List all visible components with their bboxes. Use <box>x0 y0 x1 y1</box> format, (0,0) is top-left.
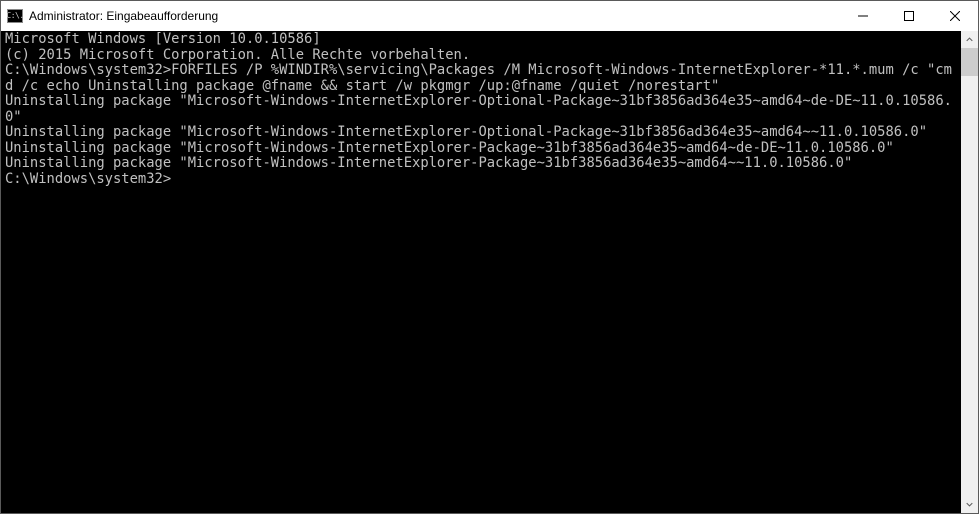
window-title: Administrator: Eingabeaufforderung <box>29 9 840 23</box>
titlebar[interactable]: C:\. Administrator: Eingabeaufforderung <box>1 1 978 31</box>
minimize-button[interactable] <box>840 1 886 31</box>
console-command: C:\Windows\system32>FORFILES /P %WINDIR%… <box>5 63 957 94</box>
maximize-button[interactable] <box>886 1 932 31</box>
console-line: Uninstalling package "Microsoft-Windows-… <box>5 156 957 172</box>
scroll-down-button[interactable] <box>961 496 978 513</box>
console-line: (c) 2015 Microsoft Corporation. Alle Rec… <box>5 48 957 64</box>
console-prompt: C:\Windows\system32> <box>5 172 957 188</box>
window-controls <box>840 1 978 31</box>
minimize-icon <box>858 11 868 21</box>
console-line: Uninstalling package "Microsoft-Windows-… <box>5 141 957 157</box>
close-icon <box>950 11 960 21</box>
chevron-up-icon <box>966 36 973 43</box>
chevron-down-icon <box>966 501 973 508</box>
console-line: Uninstalling package "Microsoft-Windows-… <box>5 94 957 125</box>
close-button[interactable] <box>932 1 978 31</box>
cmd-window: C:\. Administrator: Eingabeaufforderung … <box>0 0 979 514</box>
scrollbar-track[interactable] <box>961 48 978 496</box>
scroll-up-button[interactable] <box>961 31 978 48</box>
scrollbar-thumb[interactable] <box>961 48 978 76</box>
console-line: Uninstalling package "Microsoft-Windows-… <box>5 125 957 141</box>
console-output[interactable]: Microsoft Windows [Version 10.0.10586](c… <box>1 31 961 513</box>
console-area: Microsoft Windows [Version 10.0.10586](c… <box>1 31 978 513</box>
cursor <box>171 182 179 184</box>
maximize-icon <box>904 11 914 21</box>
vertical-scrollbar[interactable] <box>961 31 978 513</box>
console-line: Microsoft Windows [Version 10.0.10586] <box>5 32 957 48</box>
cmd-icon: C:\. <box>7 9 23 23</box>
